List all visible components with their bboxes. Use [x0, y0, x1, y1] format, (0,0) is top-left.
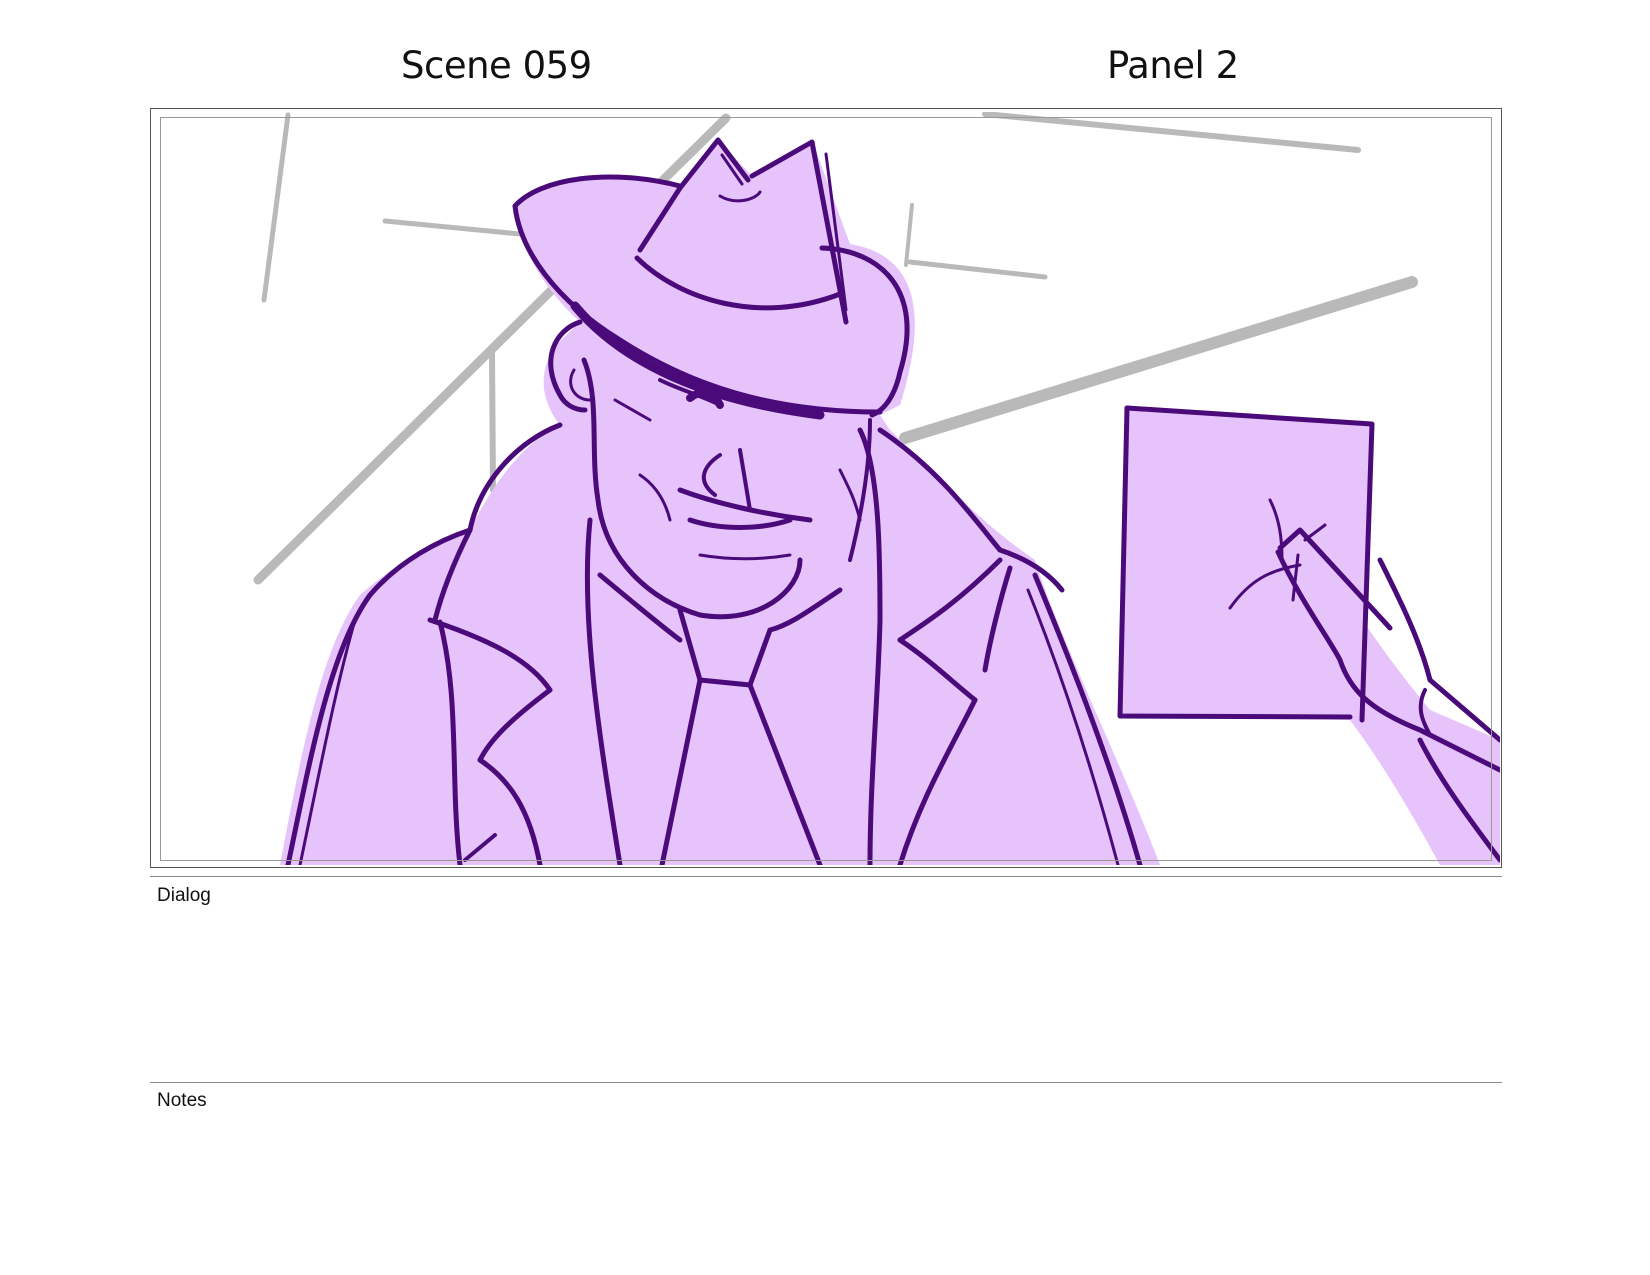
- notes-label: Notes: [157, 1090, 207, 1111]
- dialog-label: Dialog: [157, 885, 211, 906]
- panel-frame-inner: [160, 117, 1492, 861]
- dialog-divider: [150, 876, 1502, 877]
- notes-divider: [150, 1082, 1502, 1083]
